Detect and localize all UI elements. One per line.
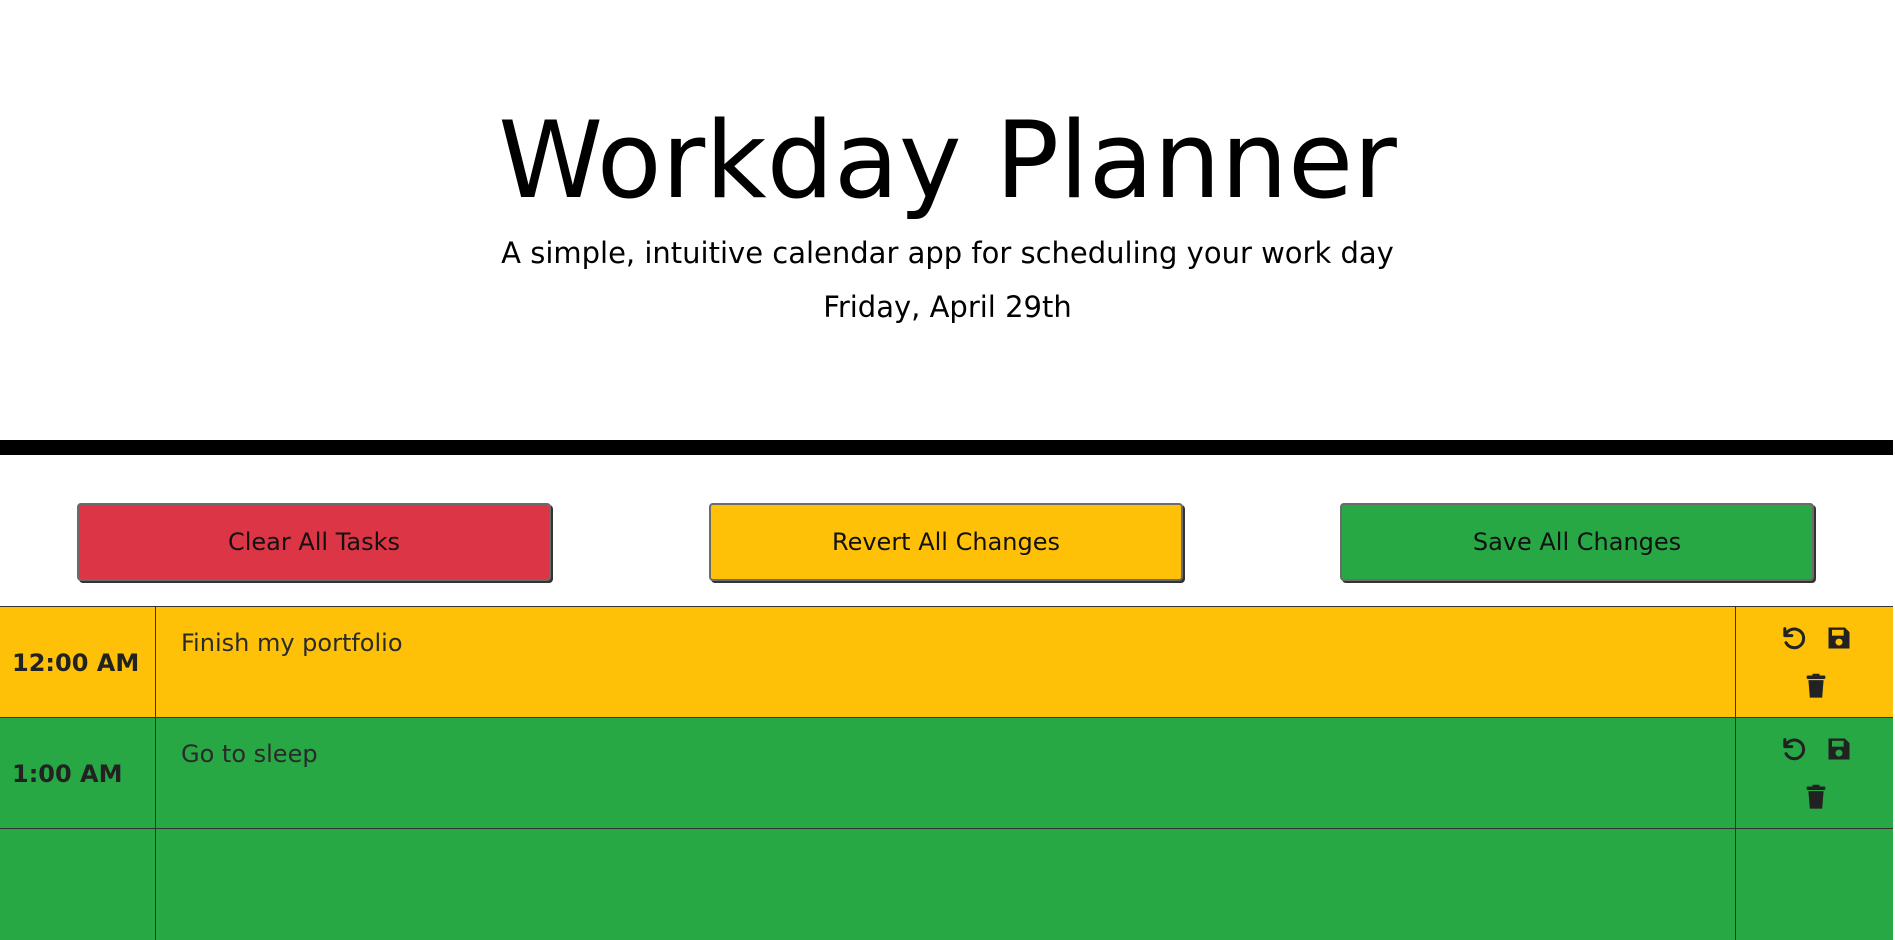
undo-icon[interactable] [1778, 734, 1808, 764]
trash-icon[interactable] [1801, 782, 1831, 812]
page-title: Workday Planner [498, 99, 1397, 222]
header: Workday Planner A simple, intuitive cale… [0, 0, 1895, 440]
hour-label [0, 829, 156, 940]
clear-all-tasks-button[interactable]: Clear All Tasks [77, 503, 551, 581]
revert-all-changes-button[interactable]: Revert All Changes [709, 503, 1183, 581]
time-block-row: 12:00 AM Finish my portfolio [0, 606, 1893, 718]
trash-icon[interactable] [1801, 671, 1831, 701]
task-input[interactable]: Go to sleep [156, 718, 1736, 829]
row-actions [1736, 607, 1893, 718]
save-icon[interactable] [1824, 623, 1854, 653]
header-divider [0, 440, 1893, 455]
task-input[interactable] [156, 829, 1736, 940]
hour-label: 12:00 AM [0, 607, 156, 718]
current-date: Friday, April 29th [823, 290, 1072, 324]
page-subtitle: A simple, intuitive calendar app for sch… [501, 236, 1394, 270]
save-icon[interactable] [1824, 734, 1854, 764]
row-actions [1736, 718, 1893, 829]
hour-label: 1:00 AM [0, 718, 156, 829]
save-all-changes-button[interactable]: Save All Changes [1340, 503, 1814, 581]
time-block-row [0, 828, 1893, 940]
undo-icon[interactable] [1778, 623, 1808, 653]
time-block-row: 1:00 AM Go to sleep [0, 717, 1893, 829]
task-input[interactable]: Finish my portfolio [156, 607, 1736, 718]
row-actions [1736, 829, 1893, 940]
